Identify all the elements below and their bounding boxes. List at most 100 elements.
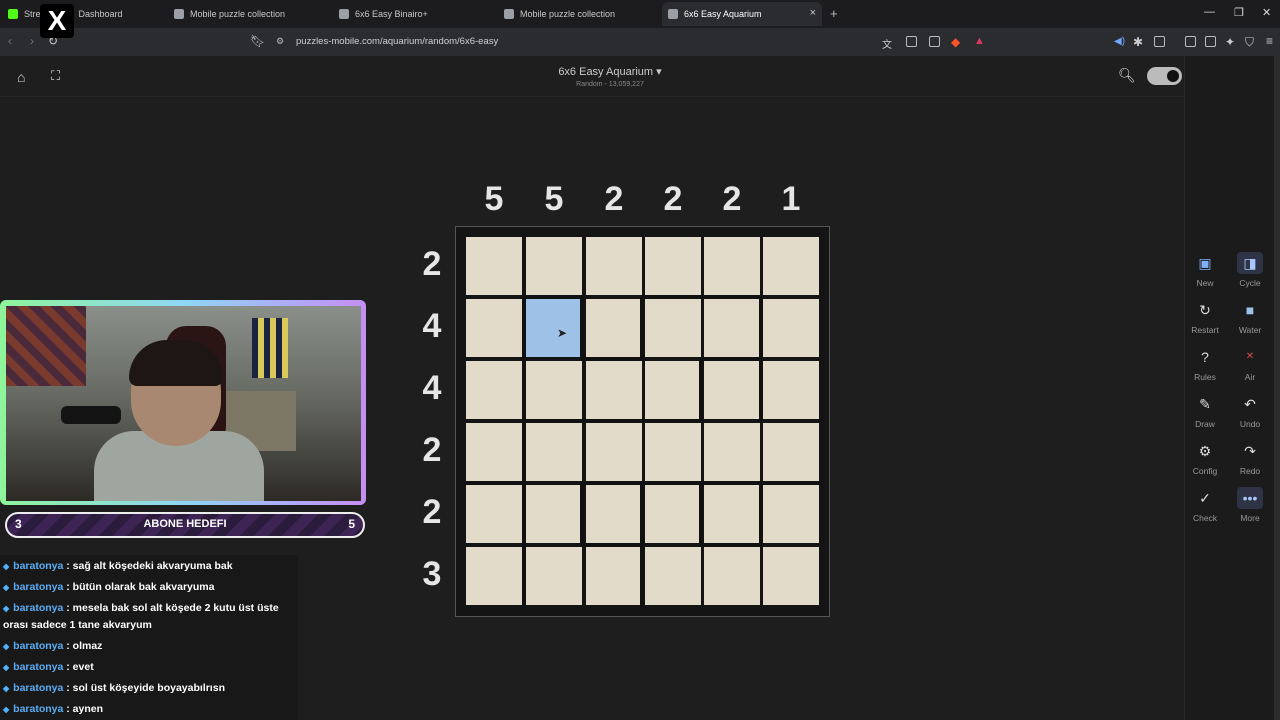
back-icon[interactable]: ‹ xyxy=(8,34,12,48)
grid-cell[interactable] xyxy=(586,485,642,543)
url-field[interactable]: puzzles-mobile.com/aquarium/random/6x6-e… xyxy=(296,36,498,47)
grid-cell[interactable] xyxy=(704,547,760,605)
tab-aquarium[interactable]: 6x6 Easy Aquarium × xyxy=(662,2,822,26)
grid-cell[interactable] xyxy=(466,547,522,605)
address-bar: ‹ › ↻ 🔖︎ ⚙ puzzles-mobile.com/aquarium/r… xyxy=(0,28,1280,56)
grid-cell[interactable] xyxy=(645,361,701,419)
aquarium-wall xyxy=(699,359,703,421)
grid-cell[interactable] xyxy=(466,423,522,481)
cast-icon[interactable] xyxy=(906,36,917,47)
scrollbar[interactable] xyxy=(1274,56,1280,720)
tool-config[interactable]: ⚙ Config xyxy=(1185,440,1225,476)
grid-cell[interactable] xyxy=(704,485,760,543)
share-icon[interactable] xyxy=(929,36,940,47)
chat-username[interactable]: baratonya xyxy=(13,560,63,572)
close-window-icon[interactable]: ✕ xyxy=(1262,6,1271,19)
restore-icon[interactable]: ❐ xyxy=(1234,6,1244,19)
grid-cell[interactable] xyxy=(526,485,582,543)
extensions-icon[interactable]: ✱ xyxy=(1133,35,1143,49)
vpn-icon[interactable]: ⛉ xyxy=(1245,35,1254,50)
grid-cell[interactable] xyxy=(704,299,760,357)
tool-new[interactable]: ▣ New xyxy=(1185,252,1225,288)
tool-rules[interactable]: ? Rules xyxy=(1185,346,1225,382)
grid-cell[interactable] xyxy=(526,547,582,605)
tool-cycle[interactable]: ◨ Cycle xyxy=(1230,252,1270,288)
tool-check[interactable]: ✓ Check xyxy=(1185,487,1225,523)
close-tab-icon[interactable]: × xyxy=(810,7,816,19)
page-favicon-icon xyxy=(339,9,349,19)
grid-cell[interactable] xyxy=(763,547,819,605)
chat-username[interactable]: baratonya xyxy=(13,661,63,673)
wallet-icon[interactable] xyxy=(1205,36,1216,47)
leo-icon[interactable]: ✦ xyxy=(1225,35,1235,49)
tab-mobile-puzzle-1[interactable]: Mobile puzzle collection xyxy=(174,2,334,26)
zoom-icon[interactable]: 🔍︎ xyxy=(1118,67,1136,84)
chat-username[interactable]: baratonya xyxy=(13,682,63,694)
chat-username[interactable]: baratonya xyxy=(13,640,63,652)
audio-icon[interactable]: ◀) xyxy=(1114,36,1125,47)
tab-dashboard[interactable]: Stre Dashboard xyxy=(8,2,168,26)
forward-icon[interactable]: › xyxy=(30,34,34,48)
tool-redo[interactable]: ↷ Redo xyxy=(1230,440,1270,476)
grid-cell[interactable] xyxy=(704,423,760,481)
grid-cell[interactable] xyxy=(526,361,582,419)
tab-binairo[interactable]: 6x6 Easy Binairo+ xyxy=(339,2,499,26)
grid-cell[interactable] xyxy=(586,423,642,481)
grid-cell[interactable] xyxy=(526,423,582,481)
chat-username[interactable]: baratonya xyxy=(13,703,63,715)
grid-cell[interactable] xyxy=(586,547,642,605)
grid-cell[interactable] xyxy=(645,237,701,295)
grid-cell[interactable] xyxy=(763,361,819,419)
grid-cell[interactable] xyxy=(586,237,642,295)
grid-cell[interactable] xyxy=(645,547,701,605)
grid-cell[interactable] xyxy=(645,299,701,357)
chat-text: : mesela bak sol alt köşede 2 kutu üst ü… xyxy=(63,602,279,614)
grid-cell[interactable] xyxy=(645,423,701,481)
brave-rewards-icon[interactable]: ▲ xyxy=(974,35,985,47)
new-tab-button[interactable]: + xyxy=(830,6,838,21)
bookmark-icon[interactable]: 🔖︎ xyxy=(250,34,265,48)
chat-username[interactable]: baratonya xyxy=(13,602,63,614)
page-favicon-icon xyxy=(174,9,184,19)
menu-icon[interactable]: ≡ xyxy=(1266,34,1273,48)
minimize-icon[interactable]: — xyxy=(1204,6,1215,18)
tab-mobile-puzzle-2[interactable]: Mobile puzzle collection xyxy=(504,2,664,26)
grid-cell[interactable] xyxy=(526,299,582,357)
sidebar-icon[interactable] xyxy=(1185,36,1196,47)
grid-cell[interactable] xyxy=(586,299,642,357)
grid-cell[interactable] xyxy=(704,361,760,419)
screenshot-icon[interactable] xyxy=(1154,36,1165,47)
grid-cell[interactable] xyxy=(645,485,701,543)
chat-username[interactable]: baratonya xyxy=(13,581,63,593)
theme-toggle[interactable] xyxy=(1147,67,1182,85)
grid-cell[interactable] xyxy=(586,361,642,419)
grid-cell[interactable] xyxy=(466,361,522,419)
tool-draw[interactable]: ✎ Draw xyxy=(1185,393,1225,429)
grid-cell[interactable] xyxy=(763,423,819,481)
aquarium-wall xyxy=(464,481,524,485)
tool-air[interactable]: ✕ Air xyxy=(1230,346,1270,382)
x-logo-icon: X xyxy=(40,4,74,38)
column-clue: 1 xyxy=(781,180,801,218)
tool-label: Rules xyxy=(1194,372,1216,382)
page-title[interactable]: 6x6 Easy Aquarium ▾ xyxy=(0,65,1220,78)
tool-restart[interactable]: ↻ Restart xyxy=(1185,299,1225,335)
grid-cell[interactable] xyxy=(466,237,522,295)
grid-cell[interactable] xyxy=(526,237,582,295)
translate-icon[interactable]: 文 xyxy=(882,36,892,51)
grid-cell[interactable] xyxy=(763,237,819,295)
tool-water[interactable]: ■ Water xyxy=(1230,299,1270,335)
tool-undo[interactable]: ↶ Undo xyxy=(1230,393,1270,429)
row-clue: 3 xyxy=(422,555,442,593)
grid-cell[interactable] xyxy=(466,299,522,357)
grid-cell[interactable] xyxy=(763,299,819,357)
grid-cell[interactable] xyxy=(466,485,522,543)
grid-cell[interactable] xyxy=(704,237,760,295)
tool-more[interactable]: ••• More xyxy=(1230,487,1270,523)
aquarium-wall xyxy=(640,297,644,359)
tool-label: Draw xyxy=(1195,419,1215,429)
brave-shield-icon[interactable]: ◆ xyxy=(951,35,960,49)
grid-cell[interactable] xyxy=(763,485,819,543)
site-info-icon[interactable]: ⚙ xyxy=(276,36,284,47)
aquarium-wall xyxy=(580,297,584,359)
